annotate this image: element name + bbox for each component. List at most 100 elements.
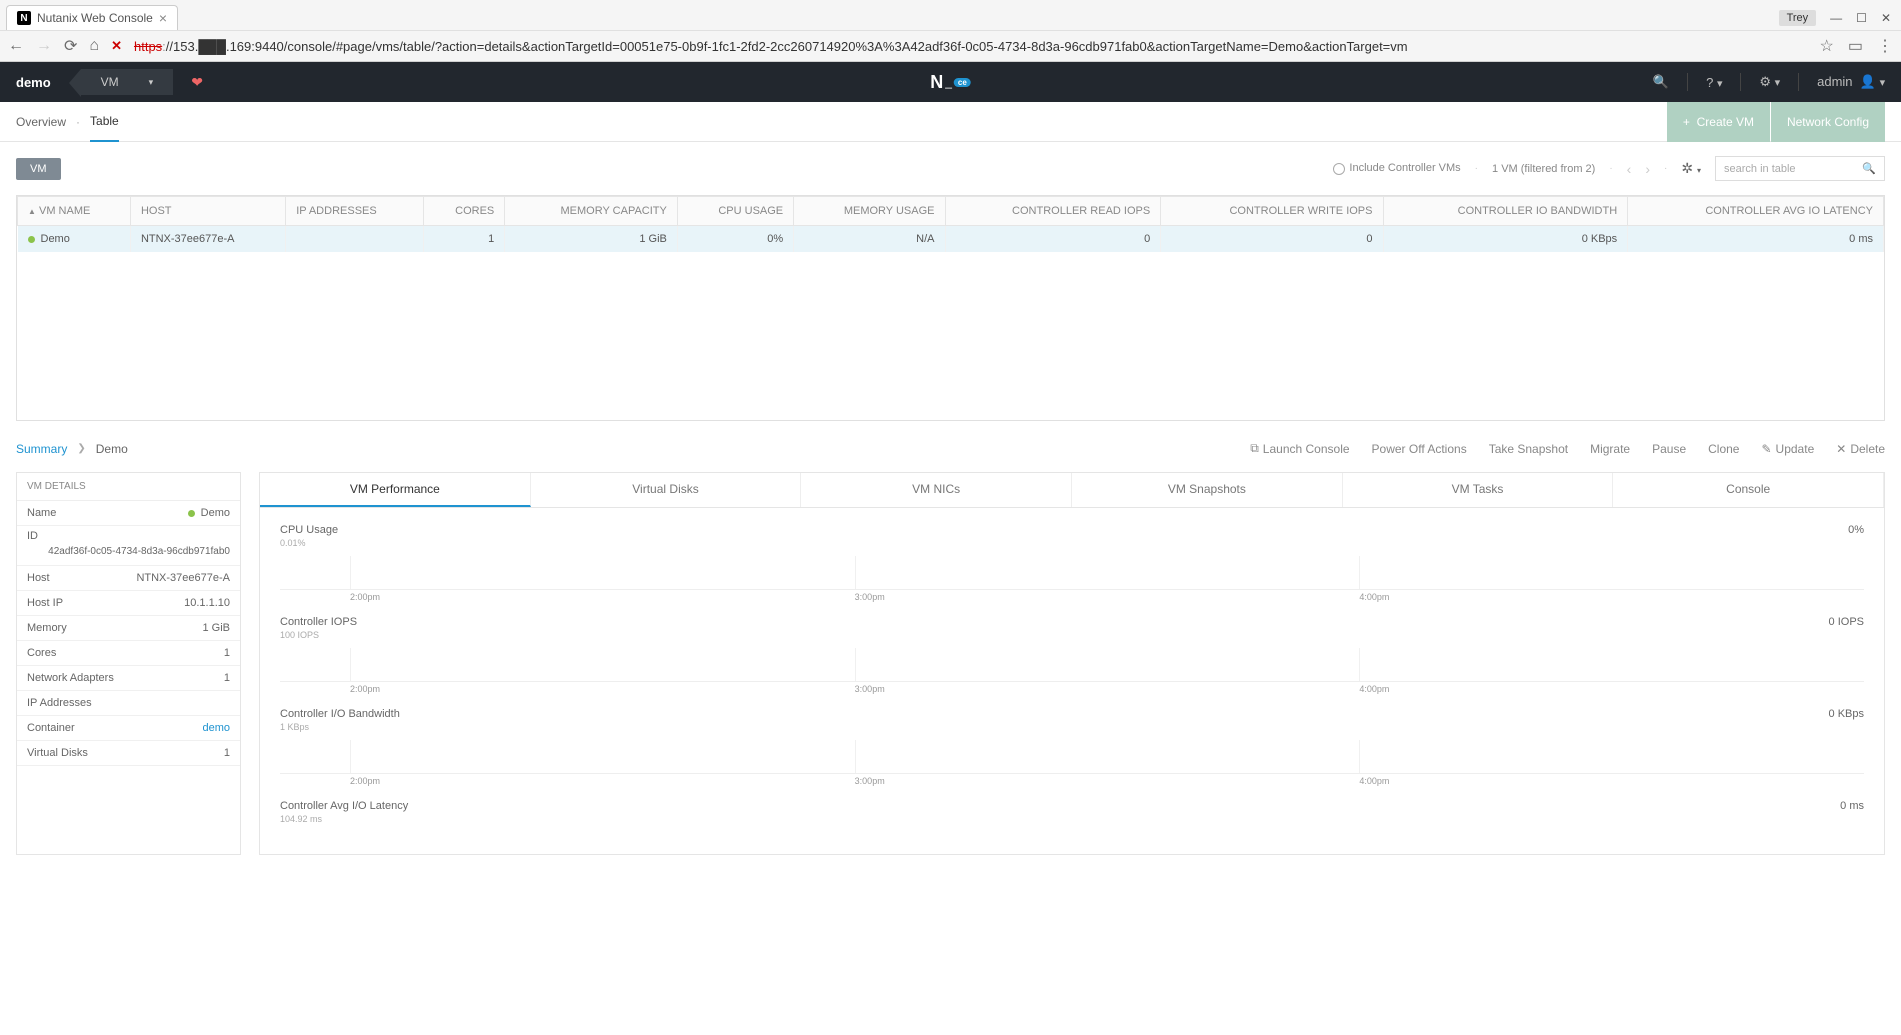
tab-bar: N Nutanix Web Console × Trey — ☐ ✕ — [0, 0, 1901, 30]
star-icon[interactable]: ☆ — [1820, 36, 1834, 56]
window-controls: Trey — ☐ ✕ — [1769, 6, 1901, 30]
table-toolbar: VM Include Controller VMs · 1 VM (filter… — [0, 142, 1901, 195]
separator-dot: · — [1609, 163, 1612, 174]
table-row[interactable]: Demo NTNX-37ee677e-A 1 1 GiB 0% N/A 0 0 … — [18, 226, 1884, 253]
detail-cores: Cores1 — [17, 641, 240, 666]
col-wiops[interactable]: CONTROLLER WRITE IOPS — [1161, 197, 1383, 226]
chevron-down-icon: ▾ — [149, 77, 154, 88]
entity-selector[interactable]: VM ▾ — [81, 69, 174, 95]
separator: · — [76, 115, 80, 129]
help-menu[interactable]: ? ▾ — [1706, 75, 1722, 90]
cast-icon[interactable]: ▭ — [1848, 36, 1863, 56]
search-icon: 🔍 — [1862, 162, 1876, 175]
migrate-button[interactable]: Migrate — [1590, 441, 1630, 456]
divider — [1740, 73, 1741, 91]
tab-title: Nutanix Web Console — [37, 11, 153, 25]
browser-tab[interactable]: N Nutanix Web Console × — [6, 5, 178, 30]
table-row-empty — [18, 300, 1884, 324]
user-menu[interactable]: admin 👤 ▾ — [1817, 74, 1885, 90]
maximize-icon[interactable]: ☐ — [1856, 11, 1867, 25]
tab-vm-nics[interactable]: VM NICs — [801, 473, 1072, 507]
prev-page-icon[interactable]: ‹ — [1627, 161, 1632, 177]
col-vmname[interactable]: ▲ VM NAME — [18, 197, 131, 226]
breadcrumb-summary[interactable]: Summary — [16, 442, 67, 456]
vm-table: ▲ VM NAME HOST IP ADDRESSES CORES MEMORY… — [16, 195, 1885, 421]
chart-cpu-usage: CPU Usage0% 0.01% 2:00pm3:00pm4:00pm — [280, 524, 1864, 602]
divider — [1798, 73, 1799, 91]
col-memu[interactable]: MEMORY USAGE — [794, 197, 945, 226]
power-off-button[interactable]: Power Off Actions — [1372, 441, 1467, 456]
update-button[interactable]: ✎ Update — [1761, 441, 1814, 456]
minimize-icon[interactable]: — — [1830, 11, 1842, 25]
home-icon[interactable]: ⌂ — [89, 37, 99, 55]
os-user-badge: Trey — [1779, 10, 1817, 26]
vm-detail-main: VM Performance Virtual Disks VM NICs VM … — [259, 472, 1885, 855]
chart-controller-bandwidth: Controller I/O Bandwidth0 KBps 1 KBps 2:… — [280, 708, 1864, 786]
app-header: demo VM ▾ ❤ N_ce 🔍 ? ▾ ⚙ ▾ admin 👤 ▾ — [0, 62, 1901, 102]
table-row-empty — [18, 276, 1884, 300]
table-row-empty — [18, 372, 1884, 396]
col-cores[interactable]: CORES — [423, 197, 504, 226]
health-icon[interactable]: ❤ — [191, 74, 203, 91]
divider — [1687, 73, 1688, 91]
close-icon[interactable]: × — [159, 10, 167, 26]
detail-host: HostNTNX-37ee677e-A — [17, 566, 240, 591]
charts-container: CPU Usage0% 0.01% 2:00pm3:00pm4:00pm Con… — [260, 508, 1884, 854]
network-config-button[interactable]: Network Config — [1771, 102, 1885, 142]
nutanix-logo: N_ce — [930, 72, 971, 93]
detail-hostip: Host IP10.1.1.10 — [17, 591, 240, 616]
table-row-empty — [18, 324, 1884, 348]
vm-details-panel: VM DETAILS NameDemo ID42adf36f-0c05-4734… — [16, 472, 241, 855]
detail-memory: Memory1 GiB — [17, 616, 240, 641]
forward-icon[interactable]: → — [36, 37, 52, 55]
separator-dot: · — [1475, 163, 1478, 174]
col-host[interactable]: HOST — [130, 197, 285, 226]
reload-icon[interactable]: ⟳ — [64, 36, 77, 56]
search-input[interactable]: search in table🔍 — [1715, 156, 1885, 181]
tab-vm-performance[interactable]: VM Performance — [260, 473, 531, 507]
col-lat[interactable]: CONTROLLER AVG IO LATENCY — [1628, 197, 1884, 226]
tab-overview[interactable]: Overview — [16, 103, 66, 141]
col-mem[interactable]: MEMORY CAPACITY — [505, 197, 678, 226]
include-cvms-checkbox[interactable]: Include Controller VMs — [1333, 162, 1460, 174]
breadcrumb-current: Demo — [96, 442, 128, 456]
table-header-row: ▲ VM NAME HOST IP ADDRESSES CORES MEMORY… — [18, 197, 1884, 226]
tab-vm-tasks[interactable]: VM Tasks — [1343, 473, 1614, 507]
tab-console[interactable]: Console — [1613, 473, 1884, 507]
filter-count: 1 VM (filtered from 2) — [1492, 163, 1595, 175]
browser-chrome: N Nutanix Web Console × Trey — ☐ ✕ ← → ⟳… — [0, 0, 1901, 62]
menu-icon[interactable]: ⋮ — [1877, 36, 1893, 56]
tab-vm-snapshots[interactable]: VM Snapshots — [1072, 473, 1343, 507]
detail-id: ID42adf36f-0c05-4734-8d3a-96cdb971fab0 — [17, 526, 240, 566]
close-window-icon[interactable]: ✕ — [1881, 11, 1891, 25]
table-row-empty — [18, 396, 1884, 420]
status-dot-icon — [188, 510, 195, 517]
snapshot-button[interactable]: Take Snapshot — [1489, 441, 1568, 456]
vm-chip[interactable]: VM — [16, 158, 61, 180]
pause-button[interactable]: Pause — [1652, 441, 1686, 456]
detail-nics: Network Adapters1 — [17, 666, 240, 691]
subnav: Overview · Table + Create VM Network Con… — [0, 102, 1901, 142]
back-icon[interactable]: ← — [8, 37, 24, 55]
tab-virtual-disks[interactable]: Virtual Disks — [531, 473, 802, 507]
detail-vdisks: Virtual Disks1 — [17, 741, 240, 766]
launch-console-button[interactable]: ⧉ Launch Console — [1250, 441, 1349, 456]
delete-button[interactable]: ✕ Delete — [1836, 441, 1885, 456]
detail-container: Containerdemo — [17, 716, 240, 741]
clone-button[interactable]: Clone — [1708, 441, 1739, 456]
gear-icon[interactable]: ✲ ▾ — [1681, 160, 1701, 177]
cluster-name[interactable]: demo — [16, 75, 51, 90]
col-ip[interactable]: IP ADDRESSES — [286, 197, 424, 226]
col-riops[interactable]: CONTROLLER READ IOPS — [945, 197, 1161, 226]
table-row-empty — [18, 348, 1884, 372]
col-cpu[interactable]: CPU USAGE — [677, 197, 793, 226]
detail-tabs: VM Performance Virtual Disks VM NICs VM … — [260, 473, 1884, 508]
tab-table[interactable]: Table — [90, 102, 119, 142]
gear-icon[interactable]: ⚙ ▾ — [1759, 74, 1780, 90]
next-page-icon[interactable]: › — [1645, 161, 1650, 177]
search-icon[interactable]: 🔍 — [1653, 74, 1669, 90]
col-bw[interactable]: CONTROLLER IO BANDWIDTH — [1383, 197, 1628, 226]
create-vm-button[interactable]: + Create VM — [1667, 102, 1770, 142]
separator-dot: · — [1664, 163, 1667, 174]
address-bar[interactable]: https://153.███.169:9440/console/#page/v… — [134, 39, 1808, 54]
